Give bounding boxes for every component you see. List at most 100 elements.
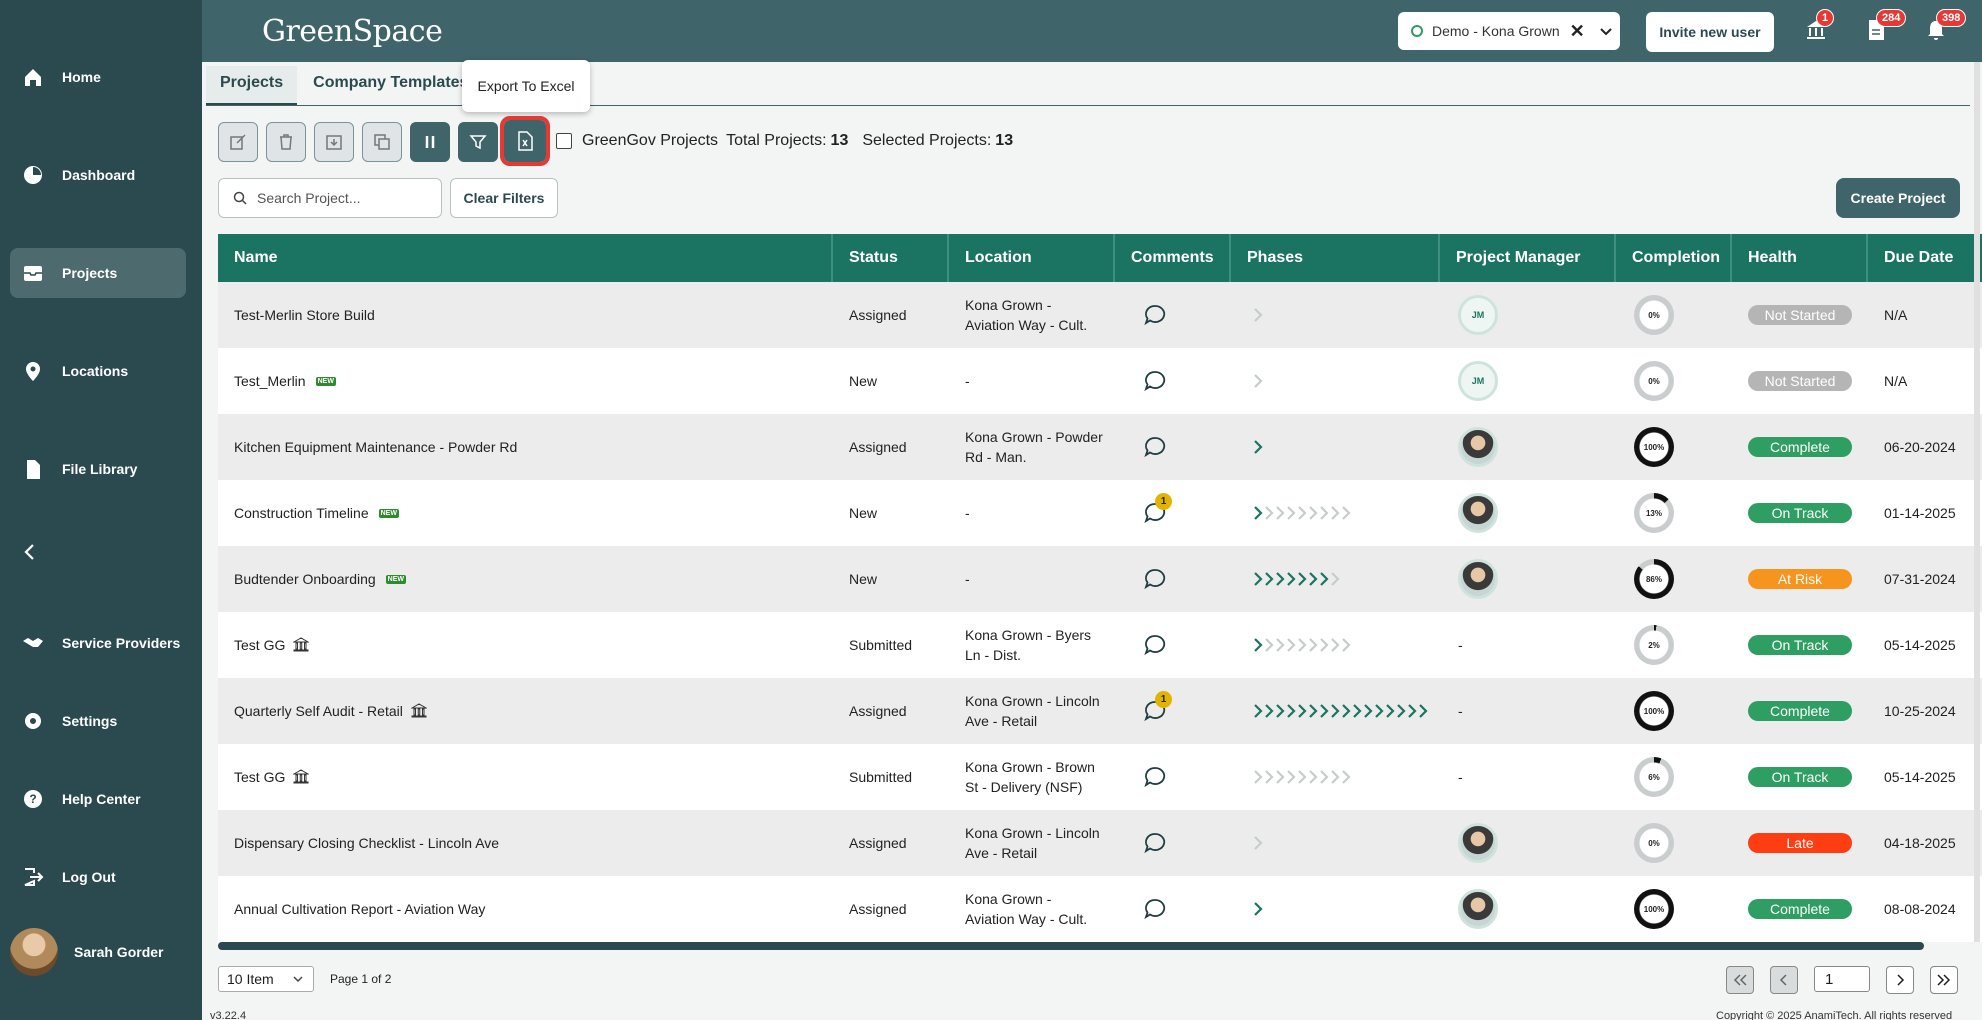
tenant-select[interactable]: Demo - Kona Grown ✕	[1398, 12, 1620, 50]
table-row[interactable]: Test GG Submitted Kona Grown - Byers Ln - …	[218, 612, 1982, 678]
comments-button[interactable]: 1	[1143, 493, 1172, 525]
phase-progress[interactable]	[1253, 637, 1352, 653]
project-manager-avatar[interactable]	[1458, 559, 1498, 599]
column-header-phases[interactable]: Phases	[1231, 234, 1440, 282]
invite-user-button[interactable]: Invite new user	[1646, 12, 1774, 52]
filter-button[interactable]	[458, 122, 498, 162]
first-page-button[interactable]	[1726, 966, 1754, 994]
project-name[interactable]: Quarterly Self Audit - Retail	[234, 703, 403, 719]
pause-button[interactable]	[410, 122, 450, 162]
sidebar-item-dashboard[interactable]: Dashboard	[10, 150, 186, 200]
comments-button[interactable]	[1143, 369, 1167, 393]
phase-progress[interactable]	[1253, 769, 1352, 785]
project-manager-avatar[interactable]	[1458, 427, 1498, 467]
comments-button[interactable]: 1	[1143, 691, 1172, 723]
tab-projects[interactable]: Projects	[206, 66, 298, 105]
comments-button[interactable]	[1143, 831, 1167, 855]
table-row[interactable]: Test-Merlin Store Build Assigned Kona Grow…	[218, 282, 1982, 348]
table-row[interactable]: Annual Cultivation Report - Aviation Way…	[218, 876, 1982, 942]
project-name[interactable]: Test GG	[234, 637, 285, 653]
project-name[interactable]: Test-Merlin Store Build	[234, 307, 375, 323]
create-project-button[interactable]: Create Project	[1836, 178, 1960, 218]
sidebar-item-help-center[interactable]: ? Help Center	[10, 774, 186, 824]
project-manager-avatar[interactable]	[1458, 823, 1498, 863]
column-header-status[interactable]: Status	[833, 234, 949, 282]
project-manager-avatar[interactable]: JM	[1458, 295, 1498, 335]
project-manager-avatar[interactable]: JM	[1458, 361, 1498, 401]
sidebar-item-home[interactable]: Home	[10, 52, 186, 102]
phase-progress[interactable]	[1253, 505, 1352, 521]
column-header-project-manager[interactable]: Project Manager	[1440, 234, 1616, 282]
phase-progress[interactable]	[1253, 439, 1264, 455]
greengov-checkbox[interactable]	[556, 133, 572, 149]
table-cell	[1440, 414, 1616, 480]
table-row[interactable]: Construction Timeline NEW New - 1 13% On Track…	[218, 480, 1982, 546]
sidebar-item-locations[interactable]: Locations	[10, 346, 186, 396]
project-name[interactable]: Test GG	[234, 769, 285, 785]
search-input[interactable]: Search Project...	[218, 178, 442, 218]
phase-chevron-icon	[1320, 704, 1329, 718]
bell-icon[interactable]: 398	[1922, 9, 1967, 44]
last-page-button[interactable]	[1930, 966, 1958, 994]
sidebar-item-file-library[interactable]: File Library	[10, 444, 186, 494]
chevron-down-icon[interactable]	[1599, 24, 1613, 38]
project-name[interactable]: Construction Timeline	[234, 505, 369, 521]
vertical-scrollbar[interactable]	[1974, 62, 1980, 942]
table-cell: 1	[1115, 678, 1231, 744]
copyright: Copyright © 2025 AnamiTech. All rights r…	[1716, 1010, 1953, 1020]
comments-button[interactable]	[1143, 633, 1167, 657]
edit-button[interactable]	[218, 122, 258, 162]
sidebar-item-log-out[interactable]: Log Out	[10, 852, 186, 902]
page-number-input[interactable]: 1	[1814, 966, 1870, 992]
column-header-name[interactable]: Name	[218, 234, 833, 282]
greengov-bank-icon[interactable]: 1	[1802, 9, 1835, 44]
table-cell: On Track	[1732, 744, 1868, 810]
column-header-comments[interactable]: Comments	[1115, 234, 1231, 282]
horizontal-scrollbar[interactable]	[218, 942, 1924, 950]
page-size-select[interactable]: 10 Item	[218, 966, 314, 992]
sidebar-item-service-providers[interactable]: Service Providers	[10, 618, 186, 668]
prev-page-button[interactable]	[1770, 966, 1798, 994]
duplicate-button[interactable]	[362, 122, 402, 162]
comments-button[interactable]	[1143, 765, 1167, 789]
table-row[interactable]: Budtender Onboarding NEW New - 86% At Risk 07-…	[218, 546, 1982, 612]
next-page-button[interactable]	[1886, 966, 1914, 994]
tab-company-templates[interactable]: Company Templates	[299, 66, 482, 105]
column-header-health[interactable]: Health	[1732, 234, 1868, 282]
column-header-due-date[interactable]: Due Date	[1868, 234, 1982, 282]
phase-progress[interactable]	[1253, 703, 1429, 719]
user-profile[interactable]: Sarah Gorder	[10, 928, 163, 976]
comments-button[interactable]	[1143, 303, 1167, 327]
delete-button[interactable]	[266, 122, 306, 162]
phase-progress[interactable]	[1253, 835, 1264, 851]
clear-tenant-icon[interactable]: ✕	[1570, 21, 1585, 42]
comments-button[interactable]	[1143, 897, 1167, 921]
table-row[interactable]: Test_Merlin NEW New - JM 0% Not Started N/A	[218, 348, 1982, 414]
project-name[interactable]: Test_Merlin	[234, 373, 306, 389]
comments-button[interactable]	[1143, 567, 1167, 591]
project-name[interactable]: Annual Cultivation Report - Aviation Way	[234, 901, 485, 917]
phase-progress[interactable]	[1253, 571, 1341, 587]
comments-button[interactable]	[1143, 435, 1167, 459]
sidebar-item-projects[interactable]: Projects	[10, 248, 186, 298]
table-row[interactable]: Quarterly Self Audit - Retail Assigned Kon…	[218, 678, 1982, 744]
project-name[interactable]: Budtender Onboarding	[234, 571, 376, 587]
documents-icon[interactable]: 284	[1862, 9, 1907, 44]
project-manager-avatar[interactable]	[1458, 493, 1498, 533]
phase-progress[interactable]	[1253, 307, 1264, 323]
column-header-completion[interactable]: Completion	[1616, 234, 1732, 282]
clear-filters-button[interactable]: Clear Filters	[450, 178, 558, 218]
project-name[interactable]: Dispensary Closing Checklist - Lincoln A…	[234, 835, 499, 851]
phase-progress[interactable]	[1253, 901, 1264, 917]
project-manager-avatar[interactable]	[1458, 889, 1498, 929]
export-excel-button[interactable]	[500, 116, 550, 166]
archive-button[interactable]	[314, 122, 354, 162]
sidebar-item-settings[interactable]: Settings	[10, 696, 186, 746]
table-row[interactable]: Test GG Submitted Kona Grown - Brown St - …	[218, 744, 1982, 810]
table-row[interactable]: Kitchen Equipment Maintenance - Powder R…	[218, 414, 1982, 480]
table-row[interactable]: Dispensary Closing Checklist - Lincoln A…	[218, 810, 1982, 876]
column-header-location[interactable]: Location	[949, 234, 1115, 282]
phase-progress[interactable]	[1253, 373, 1264, 389]
collapse-sidebar-icon[interactable]	[20, 542, 40, 567]
project-name[interactable]: Kitchen Equipment Maintenance - Powder R…	[234, 439, 517, 455]
